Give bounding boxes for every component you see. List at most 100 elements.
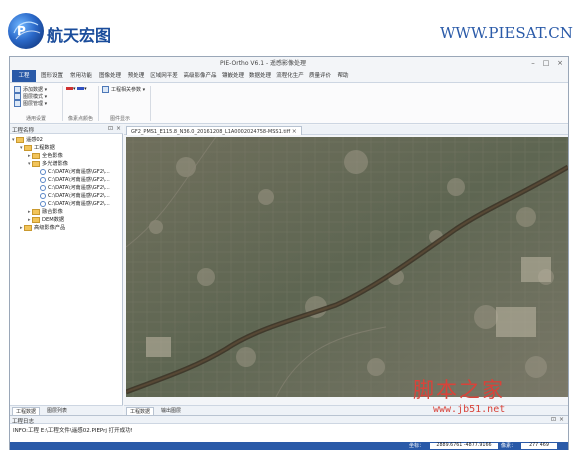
project-panel-header: 工程名称 ⊡ × bbox=[10, 125, 123, 134]
close-icon[interactable]: × bbox=[116, 125, 121, 132]
tab-project[interactable]: 工程 bbox=[12, 70, 36, 82]
tree-item-label: 遥感02 bbox=[26, 137, 43, 143]
tab-block-adjustment[interactable]: 区域网平差 bbox=[149, 70, 179, 82]
project-panel-title: 工程名称 bbox=[12, 128, 35, 134]
site-url: WWW.PIESAT.CN bbox=[440, 24, 573, 42]
red-color-swatch[interactable] bbox=[66, 87, 73, 90]
log-panel: INFO:工程 E:\工程文件\遥感02.PIEPrj 打开成功! bbox=[10, 424, 568, 442]
pin-icon[interactable]: ⊡ bbox=[551, 416, 556, 423]
tree-item[interactable]: C:\DATA\河南遥感\GF2\... bbox=[12, 176, 122, 184]
ribbon-group-display: 工程相关参数 ▾ bbox=[102, 86, 145, 93]
tree-item-label: 全色影像 bbox=[42, 153, 63, 159]
project-tree: ▾ 遥感02 ▾ 工程数据 ▸ 全色影像 ▾ 多光谱影像 C:\DATA\河南遥感\GF2\..… bbox=[12, 136, 122, 232]
tree-item[interactable]: ▸ 全色影像 bbox=[12, 152, 122, 160]
pixel-color-pickers: ▾ ▾ bbox=[66, 86, 87, 92]
pin-icon[interactable]: ⊡ bbox=[108, 125, 113, 132]
ribbon-group-general-label: 通用设置 bbox=[26, 116, 47, 122]
layer-manage-button[interactable]: 图层管理 ▾ bbox=[14, 100, 47, 107]
tree-item[interactable]: ▸ 高级影像产品 bbox=[12, 224, 122, 232]
ribbon-group-pixel-color-label: 像素点颜色 bbox=[68, 116, 94, 122]
tree-item[interactable]: C:\DATA\河南遥感\GF2\... bbox=[12, 200, 122, 208]
log-panel-header: 工程日志 ⊡ × bbox=[10, 415, 568, 425]
blue-color-swatch[interactable] bbox=[77, 87, 85, 90]
satellite-image-view[interactable] bbox=[126, 137, 568, 397]
close-icon[interactable]: × bbox=[559, 416, 564, 423]
layer-mode-icon bbox=[14, 93, 21, 100]
ribbon-panel: 添加数据 ▾ 图层模式 ▾ 图层管理 ▾ 通用设置 ▾ ▾ 像素点颜色 工程相关… bbox=[10, 82, 568, 124]
folder-icon bbox=[32, 208, 40, 215]
tree-item-label: DEM数据 bbox=[42, 217, 65, 223]
ribbon-separator bbox=[62, 86, 63, 121]
tree-item-label: 高级影像产品 bbox=[34, 225, 66, 231]
tree-item-label: C:\DATA\河南遥感\GF2\... bbox=[48, 193, 110, 199]
tab-data-processing[interactable]: 数据处理 bbox=[248, 70, 272, 82]
tab-map-project-data[interactable]: 工程数据 bbox=[126, 407, 155, 415]
tab-project-data[interactable]: 工程数据 bbox=[12, 407, 41, 415]
image-file-icon bbox=[40, 176, 46, 183]
tree-item-label: 融合影像 bbox=[42, 209, 63, 215]
ribbon-separator bbox=[150, 86, 151, 121]
restore-button[interactable]: □ bbox=[541, 58, 551, 68]
project-params-button[interactable]: 工程相关参数 ▾ bbox=[102, 86, 145, 93]
watermark-url: www.jb51.net bbox=[433, 404, 506, 415]
window-title: PIE-Ortho V6.1 - 遥感影像处理 bbox=[220, 60, 307, 67]
folder-icon bbox=[32, 216, 40, 223]
folder-icon bbox=[24, 224, 32, 231]
tab-workflow[interactable]: 流程化生产 bbox=[275, 70, 305, 82]
tree-item[interactable]: ▸ DEM数据 bbox=[12, 216, 122, 224]
project-tree-panel: 工程名称 ⊡ × ▾ 遥感02 ▾ 工程数据 ▸ 全色影像 ▾ 多光谱影像 C:\DATA\河南… bbox=[10, 125, 123, 415]
left-panel-tabs: 工程数据 图层列表 bbox=[10, 405, 123, 415]
log-message: INFO:工程 E:\工程文件\遥感02.PIEPrj 打开成功! bbox=[13, 428, 133, 434]
image-file-icon bbox=[40, 184, 46, 191]
add-data-button[interactable]: 添加数据 ▾ bbox=[14, 86, 47, 93]
tab-image-processing[interactable]: 图像处理 bbox=[97, 70, 123, 82]
tree-item[interactable]: ▾ 多光谱影像 bbox=[12, 160, 122, 168]
tree-item[interactable]: ▾ 遥感02 bbox=[12, 136, 122, 144]
status-bar: 坐标： 2889.6761 -4877.9166 像素： 277 469 bbox=[10, 442, 568, 450]
logo-text: 航天宏图 bbox=[47, 26, 112, 45]
tree-item-label: C:\DATA\河南遥感\GF2\... bbox=[48, 185, 110, 191]
folder-icon bbox=[24, 144, 32, 151]
params-icon bbox=[102, 86, 109, 93]
tab-common-functions[interactable]: 常用功能 bbox=[68, 70, 94, 82]
coord-label: 坐标： bbox=[409, 443, 425, 449]
tab-help[interactable]: 帮助 bbox=[335, 70, 351, 82]
logo-globe-icon: P bbox=[8, 13, 44, 49]
tab-layer-list[interactable]: 图层列表 bbox=[44, 407, 70, 415]
pixel-value: 277 469 bbox=[521, 443, 557, 449]
image-file-icon bbox=[40, 168, 46, 175]
tab-preprocessing[interactable]: 预处理 bbox=[126, 70, 146, 82]
tree-item-label: 多光谱影像 bbox=[42, 161, 68, 167]
tree-item[interactable]: ▾ 工程数据 bbox=[12, 144, 122, 152]
image-file-icon bbox=[40, 200, 46, 207]
pixel-label: 像素： bbox=[501, 443, 517, 449]
document-tab[interactable]: GF2_PMS1_E115.8_N36.0_20161208_L1A000202… bbox=[126, 126, 302, 135]
document-tab-label: GF2_PMS1_E115.8_N36.0_20161208_L1A000202… bbox=[131, 129, 291, 135]
ribbon-tab-bar: 工程 图形设置 常用功能 图像处理 预处理 区域网平差 高级影像产品 镶嵌处理 … bbox=[10, 70, 568, 82]
tab-graphics-settings[interactable]: 图形设置 bbox=[39, 70, 65, 82]
layer-mode-button[interactable]: 图层模式 ▾ bbox=[14, 93, 47, 100]
tree-item[interactable]: C:\DATA\河南遥感\GF2\... bbox=[12, 168, 122, 176]
tree-item-label: C:\DATA\河南遥感\GF2\... bbox=[48, 177, 110, 183]
tree-item[interactable]: C:\DATA\河南遥感\GF2\... bbox=[12, 184, 122, 192]
tab-advanced-products[interactable]: 高级影像产品 bbox=[182, 70, 218, 82]
satellite-image bbox=[126, 137, 568, 397]
folder-icon bbox=[32, 160, 40, 167]
tab-mosaic[interactable]: 镶嵌处理 bbox=[221, 70, 245, 82]
folder-icon bbox=[32, 152, 40, 159]
image-file-icon bbox=[40, 192, 46, 199]
coord-value: 2889.6761 -4877.9166 bbox=[430, 443, 498, 449]
svg-text:P: P bbox=[17, 24, 26, 38]
minimize-button[interactable]: – bbox=[528, 58, 538, 68]
ribbon-group-display-label: 图件显示 bbox=[110, 116, 131, 122]
folder-icon bbox=[16, 136, 24, 143]
tree-item-label: C:\DATA\河南遥感\GF2\... bbox=[48, 169, 110, 175]
tree-item[interactable]: C:\DATA\河南遥感\GF2\... bbox=[12, 192, 122, 200]
document-tab-bar: GF2_PMS1_E115.8_N36.0_20161208_L1A000202… bbox=[124, 125, 568, 135]
close-icon[interactable]: × bbox=[292, 128, 297, 135]
tree-item-label: C:\DATA\河南遥感\GF2\... bbox=[48, 201, 110, 207]
tab-output-layer[interactable]: 输出图层 bbox=[158, 407, 184, 415]
tree-item[interactable]: ▸ 融合影像 bbox=[12, 208, 122, 216]
close-button[interactable]: × bbox=[555, 58, 565, 68]
tab-quality[interactable]: 质量评价 bbox=[308, 70, 332, 82]
